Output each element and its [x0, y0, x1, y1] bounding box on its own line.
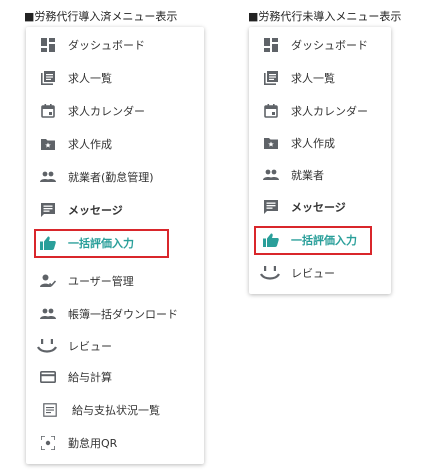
menu-item-payment-status[interactable]: 給与支払状況一覧 [26, 396, 204, 424]
menu-item-label: 給与支払状況一覧 [72, 404, 160, 417]
highlight-box [254, 226, 372, 255]
menu-item-workers[interactable]: 就業者(勤怠管理) [26, 163, 204, 191]
menu-item-ledger-download[interactable]: 帳簿一括ダウンロード [26, 300, 204, 328]
menu-item-job-list[interactable]: 求人一覧 [26, 64, 204, 92]
menu-item-label: 求人作成 [291, 137, 335, 150]
calendar-icon [40, 103, 56, 119]
people-icon [40, 169, 56, 185]
user-check-icon [40, 273, 56, 289]
menu-item-label: 求人カレンダー [291, 105, 368, 118]
menu-item-label: 求人作成 [68, 138, 112, 151]
calendar-icon [263, 103, 279, 119]
menu-item-label: 勤怠用QR [68, 437, 118, 450]
menu-item-label: レビュー [291, 267, 335, 280]
highlight-box [34, 229, 169, 258]
menu-item-payroll[interactable]: 給与計算 [26, 363, 204, 391]
credit-card-icon [40, 369, 56, 385]
menu-item-label: 就業者(勤怠管理) [68, 171, 154, 184]
right-caption: ■労務代行未導入メニュー表示 [248, 10, 402, 23]
people-icon [263, 167, 279, 183]
menu-item-workers[interactable]: 就業者 [249, 161, 391, 189]
menu-item-dashboard[interactable]: ダッシュボード [26, 31, 204, 59]
menu-item-messages[interactable]: メッセージ [26, 196, 204, 224]
message-icon [263, 199, 279, 215]
menu-item-user-management[interactable]: ユーザー管理 [26, 267, 204, 295]
folder-star-icon [40, 136, 56, 152]
document-icon [42, 402, 58, 418]
menu-item-job-calendar[interactable]: 求人カレンダー [249, 97, 391, 125]
menu-item-review[interactable]: レビュー [249, 259, 391, 287]
menu-item-label: ダッシュボード [291, 39, 368, 52]
menu-item-job-calendar[interactable]: 求人カレンダー [26, 97, 204, 125]
list-icon [263, 70, 279, 86]
menu-item-job-create[interactable]: 求人作成 [249, 129, 391, 157]
menu-item-messages[interactable]: メッセージ [249, 193, 391, 221]
menu-item-label: 求人カレンダー [68, 105, 145, 118]
smile-icon [36, 338, 58, 354]
menu-item-label: 求人一覧 [291, 72, 335, 85]
menu-item-label: 求人一覧 [68, 72, 112, 85]
menu-item-label: ダッシュボード [68, 39, 145, 52]
menu-item-review[interactable]: レビュー [26, 332, 204, 360]
dashboard-icon [263, 37, 279, 53]
menu-item-dashboard[interactable]: ダッシュボード [249, 31, 391, 59]
menu-item-label: 帳簿一括ダウンロード [68, 308, 178, 321]
people-icon [40, 306, 56, 322]
menu-item-label: メッセージ [291, 201, 346, 214]
menu-item-label: ユーザー管理 [68, 275, 134, 288]
list-icon [40, 70, 56, 86]
menu-item-attendance-qr[interactable]: 勤怠用QR [26, 429, 204, 457]
qr-scan-icon [40, 435, 56, 451]
menu-item-label: メッセージ [68, 204, 123, 217]
message-icon [40, 202, 56, 218]
menu-item-job-list[interactable]: 求人一覧 [249, 64, 391, 92]
dashboard-icon [40, 37, 56, 53]
smile-icon [259, 265, 281, 281]
menu-item-label: 就業者 [291, 169, 324, 182]
menu-item-label: 給与計算 [68, 371, 112, 384]
left-caption: ■労務代行導入済メニュー表示 [24, 10, 178, 23]
folder-star-icon [263, 135, 279, 151]
menu-item-label: レビュー [68, 340, 112, 353]
menu-item-job-create[interactable]: 求人作成 [26, 130, 204, 158]
